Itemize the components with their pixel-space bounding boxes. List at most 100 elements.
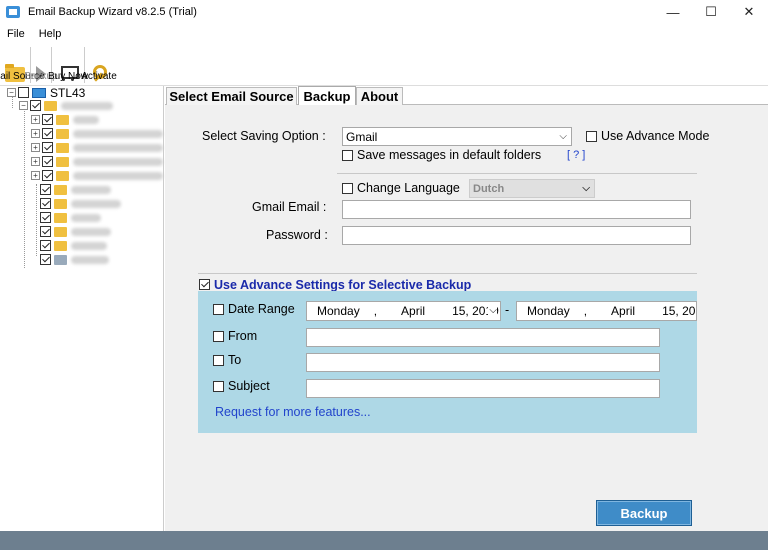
tree-root[interactable]: − STL43 bbox=[7, 85, 86, 100]
checkbox[interactable] bbox=[30, 100, 41, 111]
collapse-toggle[interactable]: − bbox=[7, 88, 16, 97]
app-icon bbox=[6, 6, 20, 18]
checkbox[interactable] bbox=[40, 226, 51, 237]
tab-about[interactable]: About bbox=[356, 87, 403, 105]
folder-icon bbox=[54, 184, 67, 195]
expand-toggle[interactable]: + bbox=[31, 129, 40, 138]
buy-now-button[interactable]: Buy Now bbox=[48, 44, 88, 86]
checkbox[interactable] bbox=[40, 254, 51, 265]
tree-item[interactable]: + bbox=[31, 113, 99, 126]
folder-icon bbox=[56, 114, 69, 125]
to-checkbox[interactable] bbox=[213, 355, 224, 366]
saving-option-value: Gmail bbox=[346, 129, 378, 144]
tree-item[interactable]: + bbox=[31, 155, 163, 168]
date-separator: - bbox=[505, 303, 510, 317]
expand-toggle[interactable]: + bbox=[31, 171, 40, 180]
activate-label: Activate bbox=[81, 71, 117, 82]
folder-icon bbox=[56, 142, 69, 153]
date-to-day: Monday bbox=[527, 304, 570, 318]
date-to-picker[interactable]: Monday , April 15, 2019 bbox=[516, 301, 697, 321]
tree-item[interactable] bbox=[38, 211, 101, 224]
checkbox[interactable] bbox=[18, 87, 29, 98]
save-default-folders-label: Save messages in default folders bbox=[357, 148, 542, 162]
date-from-picker[interactable]: Monday , April 15, 2019 ⌵ bbox=[306, 301, 501, 321]
subject-label: Subject bbox=[228, 379, 270, 393]
maximize-button[interactable]: ☐ bbox=[692, 0, 730, 24]
redacted-label bbox=[73, 143, 163, 152]
checkbox[interactable] bbox=[40, 184, 51, 195]
folder-icon bbox=[54, 198, 67, 209]
tab-select-email-source[interactable]: Select Email Source bbox=[166, 87, 297, 105]
use-advance-mode-checkbox[interactable] bbox=[586, 131, 597, 142]
tree-item[interactable] bbox=[38, 197, 121, 210]
date-to-month: April bbox=[611, 304, 636, 318]
tree-item[interactable]: + bbox=[31, 127, 163, 140]
checkbox[interactable] bbox=[40, 240, 51, 251]
gmail-email-input[interactable] bbox=[342, 200, 691, 219]
backup-panel: Select Saving Option : Gmail ⌵ Use Advan… bbox=[165, 105, 768, 531]
date-from-month: April bbox=[401, 304, 426, 318]
tree-item[interactable] bbox=[38, 253, 109, 266]
tree-item[interactable]: − bbox=[19, 99, 113, 112]
to-input[interactable] bbox=[306, 353, 660, 372]
change-language-label: Change Language bbox=[357, 181, 460, 195]
chevron-down-icon: ⌵ bbox=[582, 183, 590, 194]
minimize-button[interactable]: — bbox=[654, 0, 692, 24]
redacted-label bbox=[71, 227, 111, 236]
menu-file[interactable]: File bbox=[0, 28, 32, 40]
change-language-checkbox[interactable] bbox=[342, 183, 353, 194]
menu-help[interactable]: Help bbox=[32, 28, 69, 40]
redacted-label bbox=[71, 255, 109, 264]
expand-toggle[interactable]: + bbox=[31, 143, 40, 152]
subject-input[interactable] bbox=[306, 379, 660, 398]
trash-icon bbox=[54, 254, 67, 265]
tab-backup[interactable]: Backup bbox=[298, 86, 356, 105]
checkbox[interactable] bbox=[40, 212, 51, 223]
to-label: To bbox=[228, 353, 242, 367]
gmail-email-label: Gmail Email : bbox=[252, 200, 327, 214]
from-checkbox[interactable] bbox=[213, 331, 224, 342]
expand-toggle[interactable]: + bbox=[31, 115, 40, 124]
close-button[interactable]: ✕ bbox=[730, 0, 768, 24]
redacted-label bbox=[61, 101, 113, 110]
menu-bar: File Help bbox=[0, 24, 768, 44]
password-input[interactable] bbox=[342, 226, 691, 245]
from-label: From bbox=[228, 329, 258, 343]
from-input[interactable] bbox=[306, 328, 660, 347]
tab-strip: Select Email Source Backup About bbox=[165, 86, 768, 105]
language-select[interactable]: Dutch ⌵ bbox=[469, 179, 595, 198]
request-features-link[interactable]: Request for more features... bbox=[215, 405, 371, 419]
tree-root-label: STL43 bbox=[50, 85, 86, 100]
subject-checkbox[interactable] bbox=[213, 381, 224, 392]
checkbox[interactable] bbox=[42, 170, 53, 181]
folder-icon bbox=[56, 170, 69, 181]
tree-item[interactable] bbox=[38, 183, 111, 196]
redacted-label bbox=[71, 241, 107, 250]
collapse-toggle[interactable]: − bbox=[19, 101, 28, 110]
tree-item[interactable]: + bbox=[31, 141, 163, 154]
checkbox[interactable] bbox=[42, 156, 53, 167]
chevron-down-icon: ⌵ bbox=[488, 305, 497, 316]
expand-toggle[interactable]: + bbox=[31, 157, 40, 166]
backup-button[interactable]: Backup bbox=[596, 500, 692, 526]
tree-item[interactable]: + bbox=[31, 169, 163, 182]
advance-settings-checkbox[interactable] bbox=[199, 279, 210, 290]
date-from-day: Monday bbox=[317, 304, 360, 318]
redacted-label bbox=[71, 213, 101, 222]
activate-button[interactable]: Activate bbox=[81, 44, 117, 86]
save-default-folders-checkbox[interactable] bbox=[342, 150, 353, 161]
folder-icon bbox=[54, 212, 67, 223]
tree-item[interactable] bbox=[38, 225, 111, 238]
checkbox[interactable] bbox=[42, 114, 53, 125]
date-to-date: 15, 2019 bbox=[662, 304, 696, 318]
checkbox[interactable] bbox=[42, 128, 53, 139]
checkbox[interactable] bbox=[40, 198, 51, 209]
advance-settings-label: Use Advance Settings for Selective Backu… bbox=[214, 278, 472, 292]
redacted-label bbox=[73, 157, 163, 166]
saving-option-select[interactable]: Gmail ⌵ bbox=[342, 127, 572, 146]
help-link[interactable]: [ ? ] bbox=[567, 149, 585, 161]
tree-item[interactable] bbox=[38, 239, 107, 252]
date-range-checkbox[interactable] bbox=[213, 304, 224, 315]
language-value: Dutch bbox=[473, 182, 505, 195]
checkbox[interactable] bbox=[42, 142, 53, 153]
